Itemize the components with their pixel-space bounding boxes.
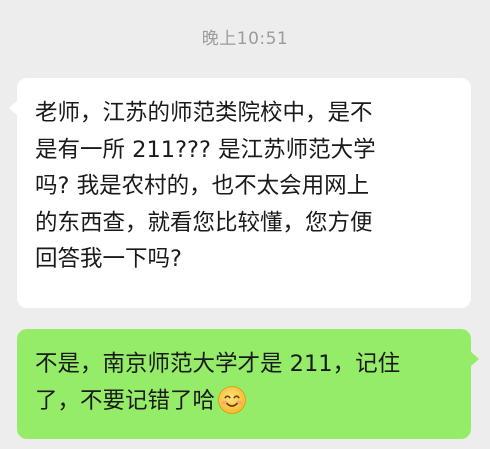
received-message-line: 是有一所 211??? 是江苏师范大学 (35, 136, 376, 163)
sent-message-line: 不是，南京师范大学才是 211，记住 (35, 351, 401, 377)
message-timestamp: 晚上10:51 (201, 29, 289, 49)
sent-message-bubble[interactable]: 不是，南京师范大学才是 211，记住 了，不要记错了哈 (17, 329, 479, 439)
sent-message-line-last: 了，不要记错了哈 (35, 383, 455, 420)
received-message-bubble[interactable]: 老师，江苏的师范类院校中，是不 是有一所 211??? 是江苏师范大学 吗? 我… (9, 78, 471, 308)
received-message-line: 老师，江苏的师范类院校中，是不 (35, 100, 373, 126)
sent-message-line-text: 了，不要记错了哈 (35, 387, 216, 414)
received-message-line: 吗? 我是农村的，也不太会用网上 (35, 173, 370, 199)
received-message-line: 回答我一下吗? (35, 246, 182, 272)
received-message-line: 的东西查，就看您比较懂，您方便 (35, 209, 373, 236)
smiling-face-emoji-icon (218, 385, 246, 414)
